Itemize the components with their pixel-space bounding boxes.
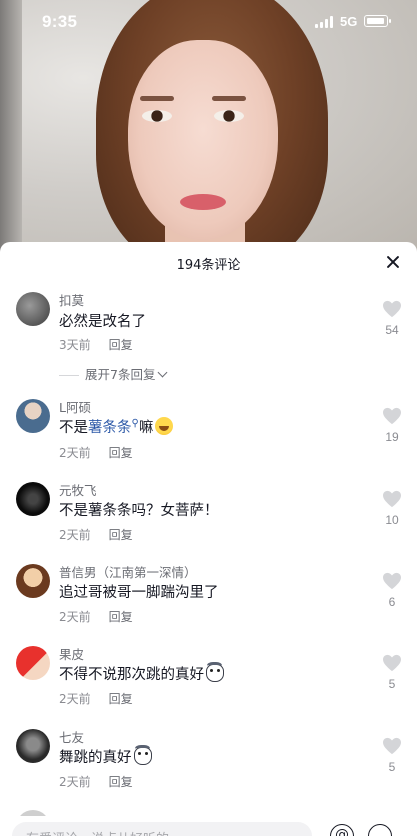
comment-text-prefix: 不是 [59,420,88,436]
comment-text: 必然是改名了 [59,314,146,330]
comment-username[interactable]: 果皮 [59,644,84,663]
comment-username[interactable]: 扣莫 [59,290,84,309]
heart-icon [383,737,401,755]
like-button[interactable]: 5 [380,654,404,691]
video-subject-eye [214,110,244,122]
heart-icon [383,300,401,318]
status-bar: 9:35 5G [0,0,417,46]
status-time: 9:35 [42,12,78,31]
comments-header: 194条评论 [0,242,417,282]
comment-username[interactable]: L阿硕 [59,397,91,416]
heart-icon [383,654,401,672]
comment-text: 不得不说那次跳的真好 [59,662,224,684]
like-count: 5 [388,760,396,774]
heart-icon [383,490,401,508]
comment-text-body: 舞跳的真好 [59,750,132,766]
avatar[interactable] [16,646,50,680]
comments-count-title: 194条评论 [176,258,241,273]
video-subject-brow [212,96,246,101]
signal-icon [315,16,335,28]
divider [59,375,79,376]
video-subject-brow [140,96,174,101]
comment-username[interactable]: 普信男（江南第一深情） [59,562,197,581]
reply-button[interactable]: 回复 [109,775,133,789]
comment-time: 2天前 [59,528,91,542]
comment-meta: 2天前 回复 [59,608,133,625]
search-icon: ⚲ [131,418,139,429]
expand-replies-button[interactable]: 展开7条回复 [59,364,168,383]
emoji-icon[interactable] [368,824,392,836]
avatar[interactable] [16,399,50,433]
comment-text: 舞跳的真好 [59,745,152,767]
comments-sheet: 194条评论 扣莫 必然是改名了 3天前 回复 54 展开7条回复 L阿硕 不是薯… [0,242,417,836]
like-button[interactable]: 10 [380,490,404,527]
comment-input[interactable]: 有爱评论，说点儿好听的~ [12,822,312,836]
avatar[interactable] [16,482,50,516]
dog-emoji-icon [206,662,224,682]
video-subject-eye [142,110,172,122]
comment-text: 追过哥被哥一脚踹沟里了 [59,585,219,601]
like-button[interactable]: 19 [380,407,404,444]
heart-icon [383,407,401,425]
like-button[interactable]: 54 [380,300,404,337]
network-type: 5G [340,14,358,29]
avatar[interactable] [16,292,50,326]
reply-button[interactable]: 回复 [109,692,133,706]
comment-time: 2天前 [59,692,91,706]
comment-meta: 2天前 回复 [59,773,133,790]
reply-button[interactable]: 回复 [109,528,133,542]
comment-text-body: 不得不说那次跳的真好 [59,667,204,683]
battery-icon [364,15,391,27]
comment-username[interactable]: 七友 [59,727,84,746]
like-count: 6 [388,595,396,609]
reply-button[interactable]: 回复 [109,610,133,624]
reply-button[interactable]: 回复 [109,446,133,460]
avatar[interactable] [16,729,50,763]
video-subject-face [128,40,278,240]
comment-time: 2天前 [59,446,91,460]
close-icon[interactable] [383,252,403,272]
comment-time: 3天前 [59,338,91,352]
like-count: 19 [385,430,399,444]
comment-time: 2天前 [59,775,91,789]
video-subject-lips [180,194,226,210]
heart-icon [383,572,401,590]
comment-meta: 2天前 回复 [59,526,133,543]
comment-meta: 2天前 回复 [59,444,133,461]
comment-username[interactable]: 元牧飞 [59,480,97,499]
grin-emoji-icon [155,417,174,435]
like-count: 54 [385,323,399,337]
like-count: 10 [385,513,399,527]
comment-text-suffix: 嘛 [138,420,154,436]
comment-text: 不是薯条条吗？女菩萨！ [59,503,219,519]
avatar[interactable] [16,564,50,598]
expand-replies-label: 展开7条回复 [85,367,156,382]
comment-text: 不是薯条条⚲嘛 [59,416,174,437]
comment-time: 2天前 [59,610,91,624]
comment-input-bar: 有爱评论，说点儿好听的~ @ [0,816,417,836]
reply-button[interactable]: 回复 [109,338,133,352]
like-count: 5 [388,677,396,691]
like-button[interactable]: 5 [380,737,404,774]
comment-meta: 2天前 回复 [59,690,133,707]
like-button[interactable]: 6 [380,572,404,609]
mention-link[interactable]: 薯条条 [88,420,132,436]
dog-emoji-icon [133,745,152,765]
mention-icon[interactable]: @ [330,824,354,836]
chevron-down-icon [158,367,168,378]
comment-meta: 3天前 回复 [59,336,133,353]
